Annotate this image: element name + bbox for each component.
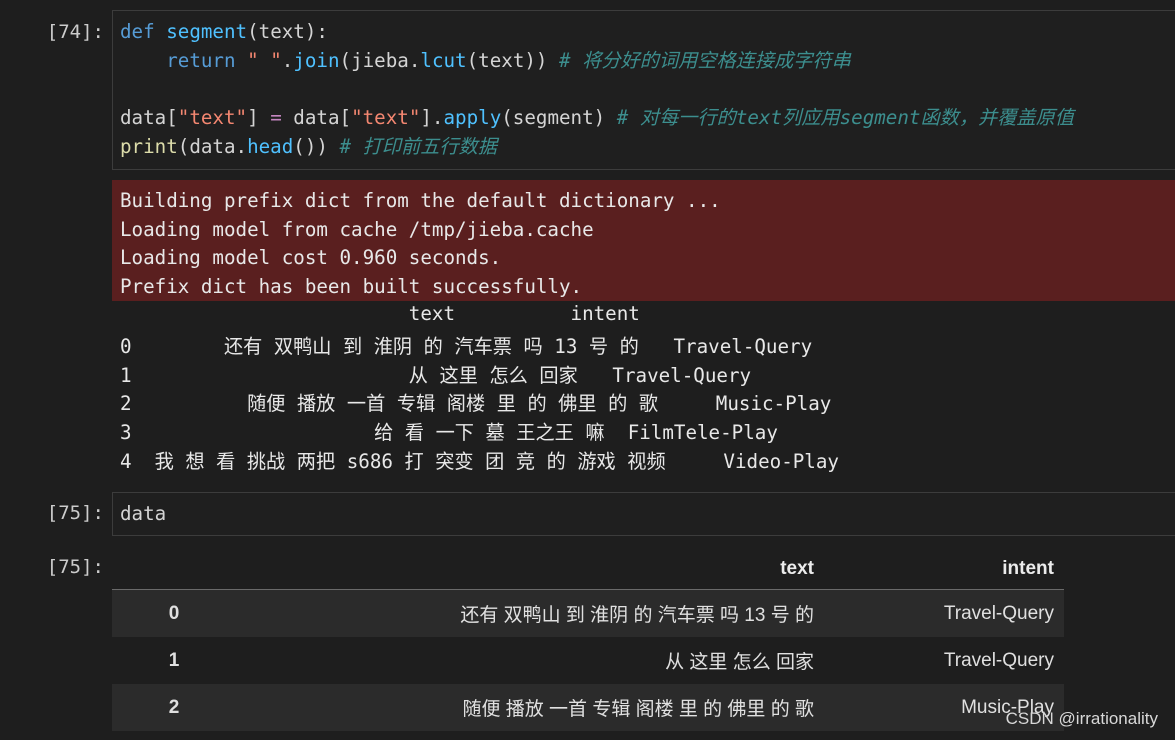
cell-74-editor[interactable]: def segment(text): return " ".join(jieba…	[112, 10, 1175, 170]
row-index: 2	[112, 684, 236, 731]
cell-75-out-prompt: [75]:	[46, 556, 104, 578]
stdout-line: 4 我 想 看 挑战 两把 s686 打 突变 团 竞 的 游戏 视频 Vide…	[120, 450, 839, 473]
table-row: 1 从 这里 怎么 回家 Travel-Query	[112, 637, 1064, 684]
code-line: return " ".join(jieba.lcut(text)) # 将分好的…	[166, 48, 851, 72]
row-intent: Travel-Query	[943, 649, 1054, 671]
dataframe-table: text intent 0 还有 双鸭山 到 淮阴 的 汽车票 吗 13 号 的…	[112, 549, 1064, 731]
cell-75-editor[interactable]: data	[112, 492, 1175, 536]
table-row: 2 随便 播放 一首 专辑 阁楼 里 的 佛里 的 歌 Music-Play	[112, 684, 1064, 731]
row-index: 0	[112, 589, 236, 637]
index-header	[112, 549, 236, 590]
watermark: CSDN @irrationality	[1005, 709, 1158, 728]
intent-header: intent	[1002, 558, 1054, 579]
table-header-row: text intent	[112, 549, 1064, 590]
cell-75-prompt: [75]:	[46, 502, 104, 524]
text-header: text	[780, 558, 814, 579]
row-text: 从 这里 怎么 回家	[665, 652, 814, 673]
stdout-line: 3 给 看 一下 墓 王之王 嘛 FilmTele-Play	[120, 421, 778, 445]
cell-74-stderr-output: Building prefix dict from the default di…	[112, 180, 1175, 301]
table-row: 0 还有 双鸭山 到 淮阴 的 汽车票 吗 13 号 的 Travel-Quer…	[112, 589, 1064, 637]
stdout-line: text intent	[120, 302, 640, 325]
row-intent: Travel-Query	[824, 589, 1064, 637]
cell-74-code[interactable]: def segment(text): return " ".join(jieba…	[113, 11, 1175, 162]
cell-74-prompt: [74]:	[46, 21, 104, 43]
stdout-line: 2 随便 播放 一首 专辑 阁楼 里 的 佛里 的 歌 Music-Play	[120, 392, 832, 416]
stderr-text: Building prefix dict from the default di…	[120, 189, 721, 299]
cell-75-code[interactable]: data	[113, 493, 1175, 529]
row-index: 1	[168, 649, 180, 671]
code-line: print(data.head()) # 打印前五行数据	[120, 134, 497, 158]
code-line: def segment(text):	[120, 20, 328, 43]
row-text: 还有 双鸭山 到 淮阴 的 汽车票 吗 13 号 的	[236, 589, 824, 637]
stdout-line: 1 从 这里 怎么 回家 Travel-Query	[120, 363, 752, 387]
row-text: 随便 播放 一首 专辑 阁楼 里 的 佛里 的 歌	[236, 684, 824, 731]
stdout-line: 0 还有 双鸭山 到 淮阴 的 汽车票 吗 13 号 的 Travel-Quer…	[120, 334, 813, 358]
code-line: data["text"] = data["text"].apply(segmen…	[120, 106, 1074, 130]
